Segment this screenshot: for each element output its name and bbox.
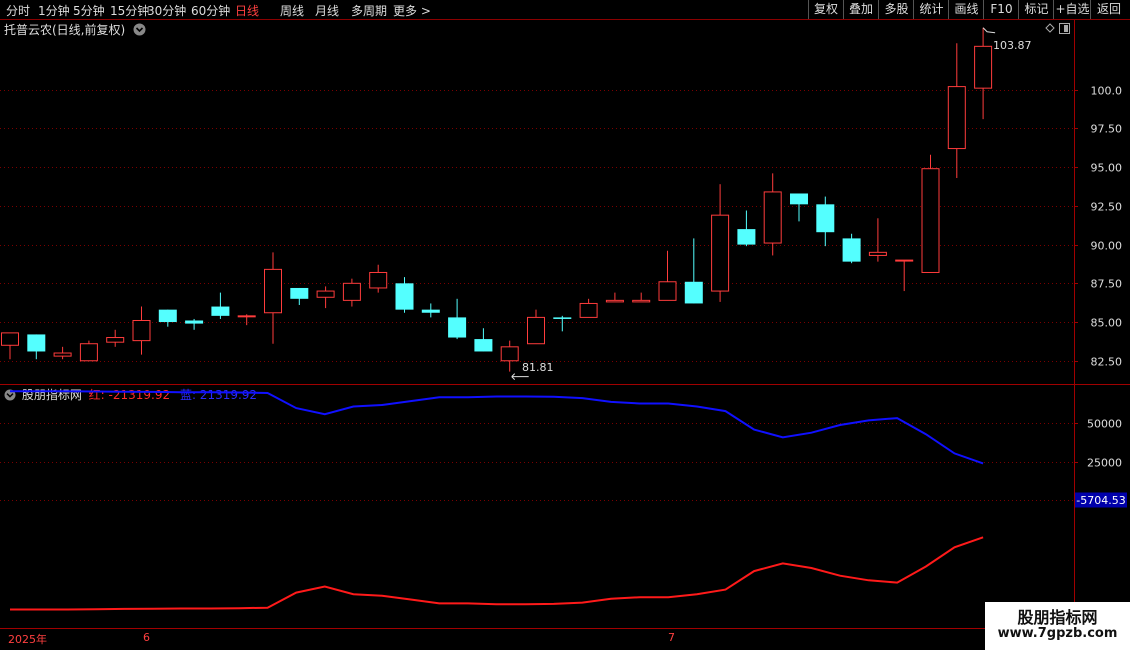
chart-canvas: 100.0 97.50 95.00 92.50 90.00 87.50 85.00 82.50… xyxy=(0,19,1130,629)
candle xyxy=(816,196,835,247)
diamond-icon[interactable] xyxy=(1045,23,1055,33)
candle xyxy=(474,328,493,352)
price-tick-label: 92.50 xyxy=(1091,201,1123,214)
price-tick-label: 90.00 xyxy=(1091,240,1123,253)
low-price-arrow xyxy=(511,373,529,380)
price-tick-label: 97.50 xyxy=(1091,123,1123,136)
candle xyxy=(369,264,388,293)
watermark: 股朋指标网 www.7gpzb.com xyxy=(985,602,1130,650)
candle xyxy=(684,238,703,304)
candle xyxy=(53,346,72,360)
candle xyxy=(290,287,309,306)
candle xyxy=(842,233,861,264)
indicator-tick-label: 25000 xyxy=(1087,457,1122,470)
candle xyxy=(237,314,256,326)
candle xyxy=(448,298,467,340)
candle xyxy=(527,309,545,345)
candle xyxy=(500,340,519,372)
indicator-tick-label: 50000 xyxy=(1087,418,1122,431)
candle xyxy=(132,306,151,355)
high-price-label: 103.87 xyxy=(993,39,1032,52)
x-axis-month-7: 7 xyxy=(668,631,675,644)
x-axis-month-6: 6 xyxy=(143,631,150,644)
candle xyxy=(185,318,204,330)
candle xyxy=(763,173,782,256)
candle xyxy=(106,329,125,347)
candle xyxy=(342,278,361,307)
price-tick-label: 100.0 xyxy=(1091,85,1123,98)
candle xyxy=(790,193,808,222)
price-tick-label: 95.00 xyxy=(1091,162,1123,175)
window-toggle-icon[interactable] xyxy=(1059,23,1070,34)
candle xyxy=(974,27,993,120)
candle xyxy=(658,250,677,301)
candle xyxy=(895,259,914,292)
candle xyxy=(158,309,177,327)
red-indicator-line xyxy=(10,536,984,611)
candle xyxy=(1,332,19,360)
price-tick-label: 85.00 xyxy=(1091,317,1123,330)
candle xyxy=(579,298,598,318)
candle xyxy=(211,292,230,319)
candle xyxy=(711,184,730,302)
candle xyxy=(395,277,414,313)
candle xyxy=(27,334,46,360)
candle xyxy=(421,303,440,318)
candle xyxy=(868,218,887,262)
candle xyxy=(79,340,98,362)
watermark-title: 股朋指标网 xyxy=(1017,608,1098,627)
candle xyxy=(264,252,282,344)
candle xyxy=(921,154,940,273)
high-price-arrow xyxy=(982,27,996,34)
price-tick-label: 82.50 xyxy=(1091,356,1123,369)
candle xyxy=(947,43,966,178)
x-axis-year: 2025年 xyxy=(8,633,47,646)
current-value-label: -5704.53 xyxy=(1076,494,1125,507)
low-price-label: 81.81 xyxy=(522,361,554,374)
candle xyxy=(737,210,756,247)
candle xyxy=(605,292,624,303)
watermark-url: www.7gpzb.com xyxy=(997,626,1118,641)
candle xyxy=(632,292,651,303)
candle xyxy=(553,315,572,332)
blue-indicator-line xyxy=(10,390,984,465)
price-tick-label: 87.50 xyxy=(1091,278,1123,291)
candle xyxy=(316,286,335,309)
